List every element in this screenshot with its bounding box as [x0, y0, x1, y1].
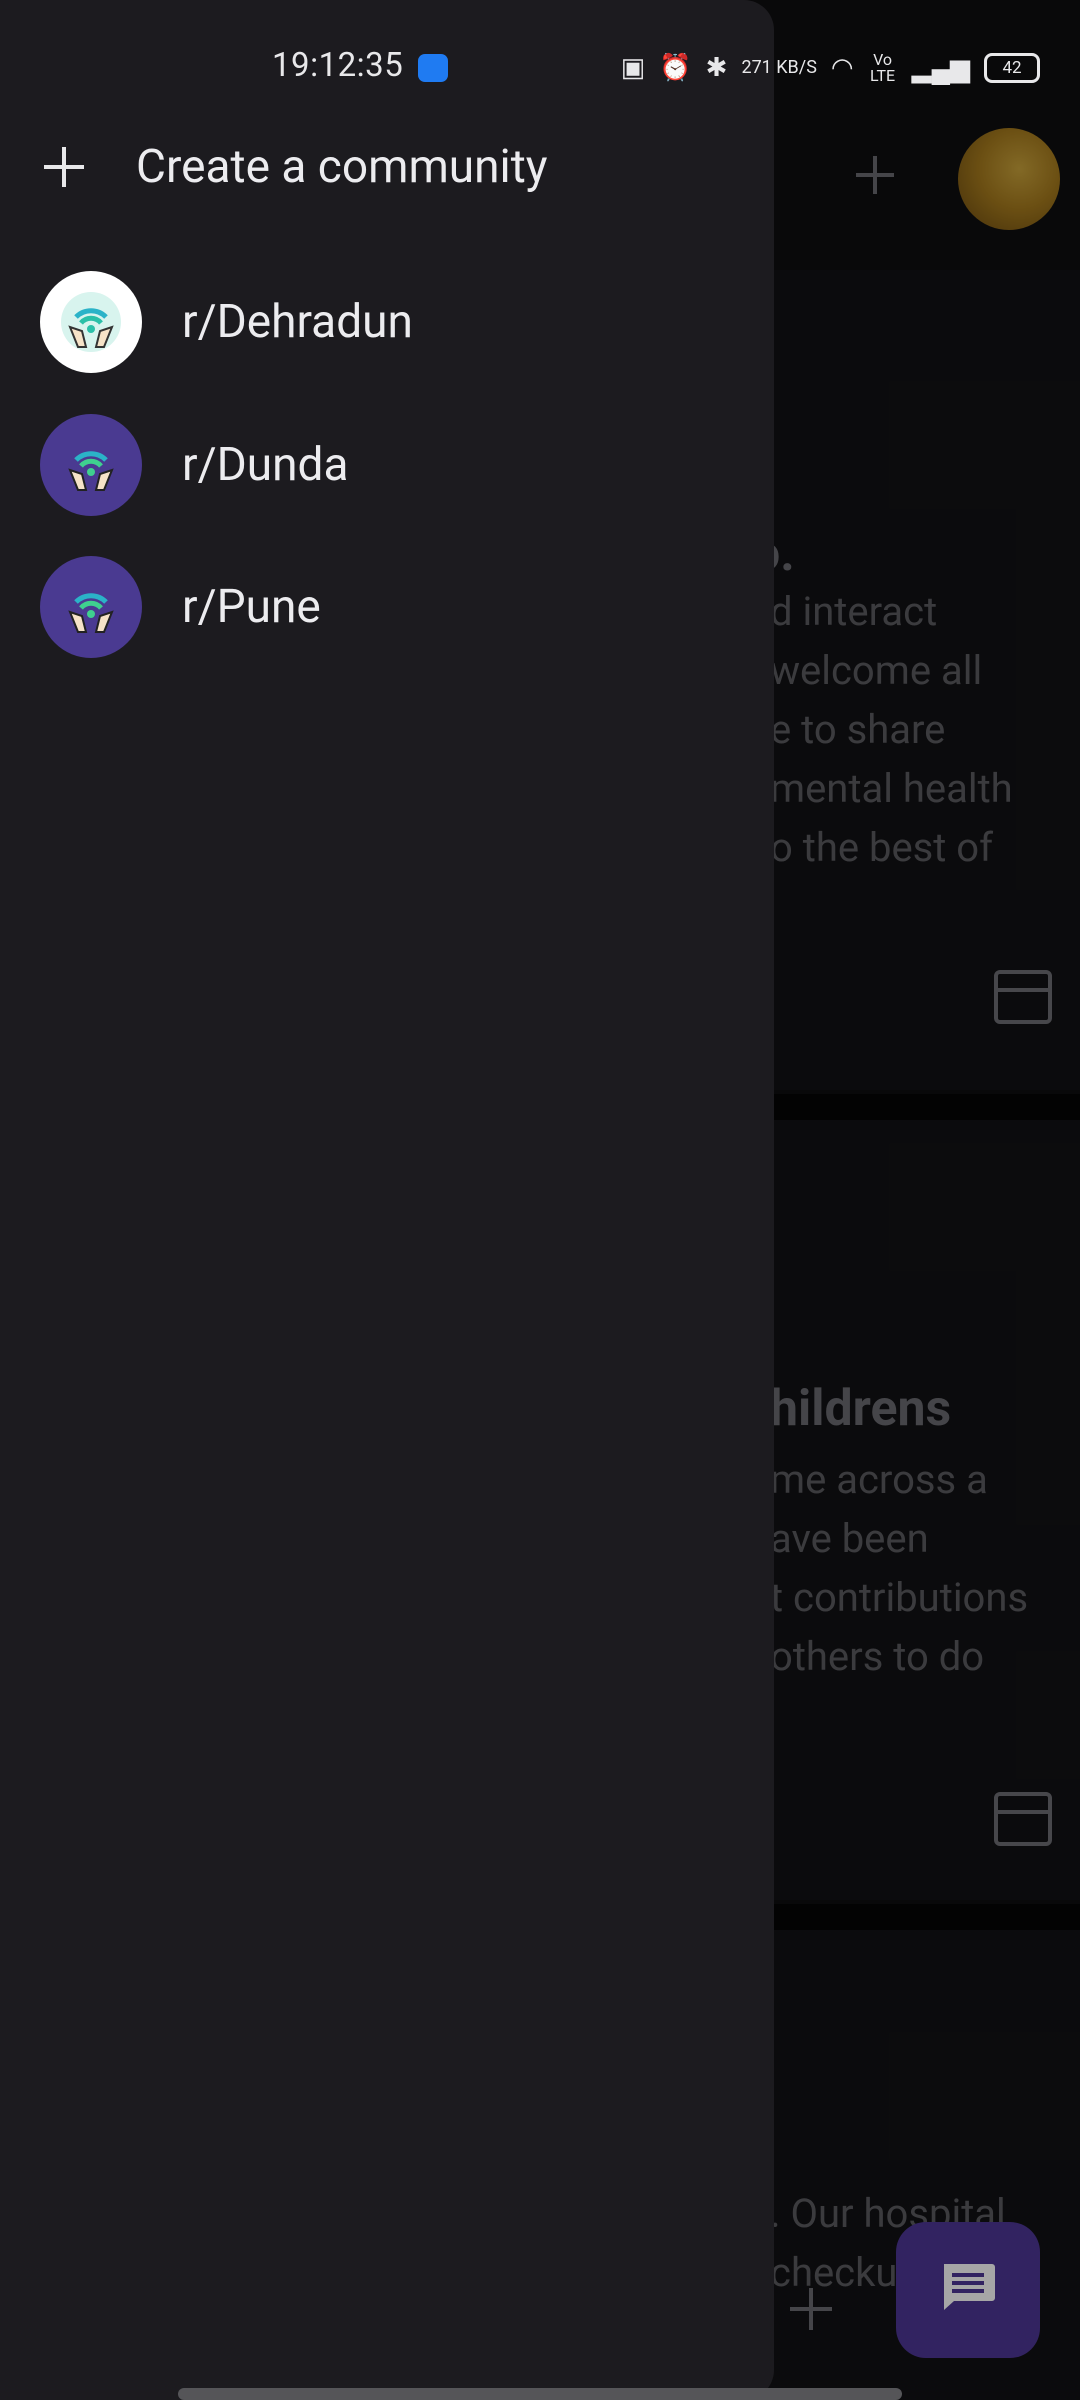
helping-hands-wifi-icon	[68, 451, 114, 491]
create-community-button[interactable]: Create a community	[38, 140, 548, 194]
community-name: r/Dunda	[182, 438, 349, 492]
community-name: r/Pune	[182, 580, 321, 634]
status-bar: 19:12:35 ▣ ⏰ ✱ 271 KB/S ◠ Vo LTE ▂▄▆ 42	[0, 0, 1080, 130]
battery-level: 42	[1002, 58, 1022, 78]
bluetooth-icon: ✱	[705, 53, 728, 83]
community-avatar	[40, 271, 142, 373]
status-icons: ▣ ⏰ ✱ 271 KB/S ◠ Vo LTE ▂▄▆ 42	[621, 52, 1040, 84]
android-notification-icon	[418, 54, 448, 82]
community-item-pune[interactable]: r/Pune	[40, 555, 321, 659]
network-speed: 271 KB/S	[741, 57, 817, 78]
plus-icon	[38, 141, 90, 193]
status-time: 19:12:35	[272, 46, 404, 85]
signal-icon: ▂▄▆	[911, 53, 970, 84]
community-name: r/Dehradun	[182, 295, 413, 349]
alarm-icon: ⏰	[659, 53, 692, 83]
gesture-nav-bar	[178, 2388, 902, 2400]
create-community-label: Create a community	[136, 140, 548, 194]
community-item-dunda[interactable]: r/Dunda	[40, 413, 348, 517]
volte-indicator: Vo LTE	[870, 50, 896, 85]
community-drawer: Create a community r/Dehradun r/Dunda r/…	[0, 0, 774, 2400]
community-avatar	[40, 414, 142, 516]
battery-icon: 42	[984, 53, 1040, 83]
screen-icon: ▣	[620, 53, 646, 83]
helping-hands-wifi-icon	[68, 593, 114, 633]
community-avatar	[40, 556, 142, 658]
community-item-dehradun[interactable]: r/Dehradun	[40, 270, 413, 374]
wifi-icon: ◠	[830, 53, 854, 83]
helping-hands-wifi-icon	[61, 292, 121, 352]
